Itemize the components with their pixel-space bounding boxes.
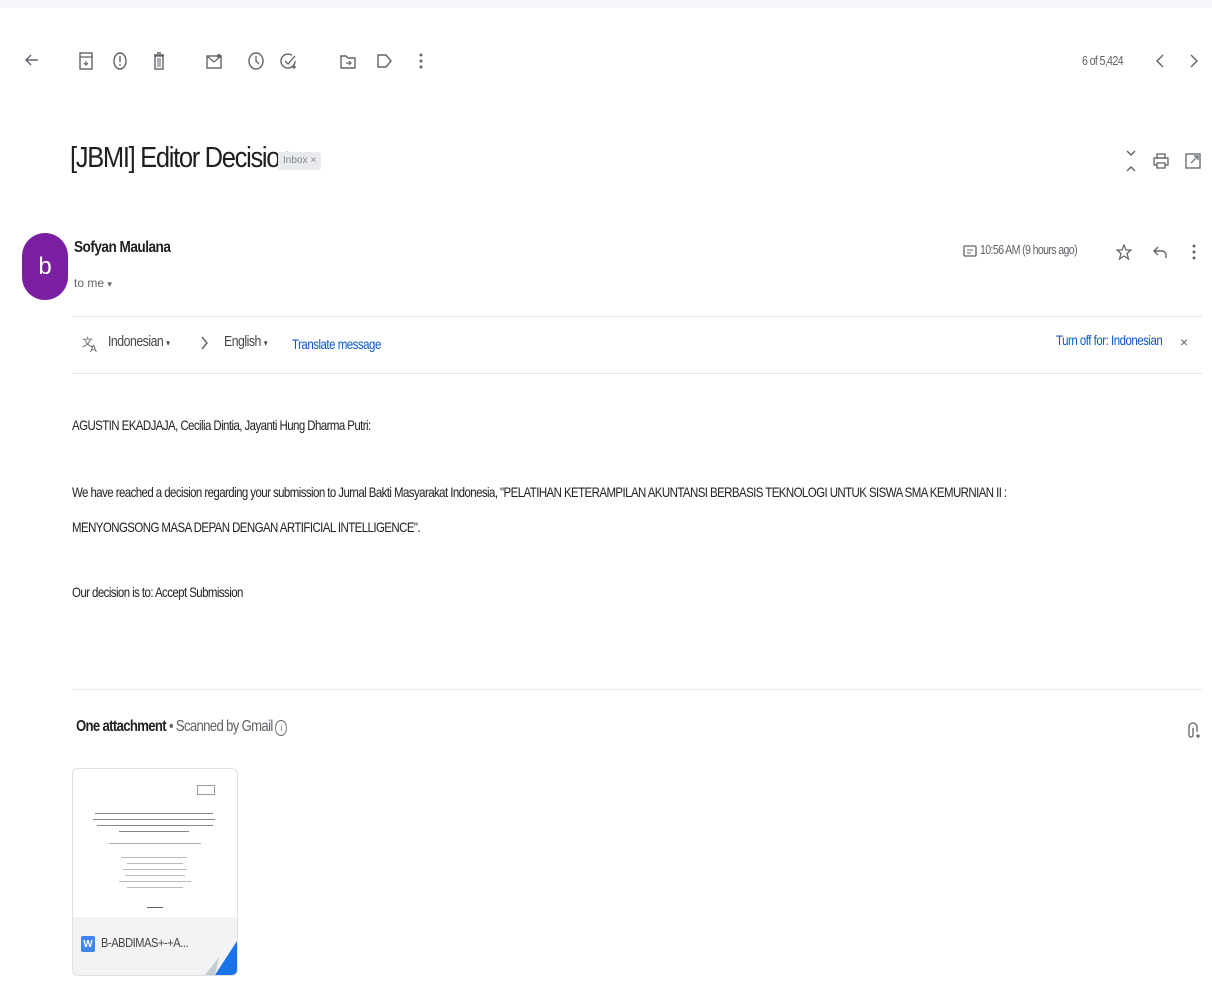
move-to-icon[interactable] <box>338 50 358 72</box>
chip-close-icon[interactable]: × <box>310 155 316 166</box>
turn-off-translation-link[interactable]: Turn off for: Indonesian <box>1056 332 1163 348</box>
svg-text:A: A <box>90 344 97 353</box>
attachments-count: One attachment <box>76 718 167 735</box>
attachment-preview <box>73 769 237 917</box>
chevron-down-icon: ▾ <box>263 338 268 348</box>
info-icon[interactable]: i <box>275 720 288 736</box>
divider <box>72 373 1202 374</box>
avatar[interactable]: b <box>22 233 68 300</box>
add-task-icon[interactable] <box>278 50 300 72</box>
doc-corner-fold-icon <box>205 941 237 975</box>
email-subject: [JBMI] Editor Decision <box>70 142 293 174</box>
target-language: English <box>224 333 261 350</box>
body-decision: Our decision is to: Accept Submission <box>72 584 243 600</box>
word-doc-icon: W <box>81 936 95 952</box>
divider <box>72 316 1202 317</box>
body-paragraph-line-2: MENYONGSONG MASA DEPAN DENGAN ARTIFICIAL… <box>72 519 421 535</box>
message-more-icon[interactable] <box>1188 242 1200 262</box>
attachment-footer: W B-ABDIMAS+-+A... <box>73 917 237 975</box>
divider <box>72 689 1202 690</box>
report-spam-icon[interactable] <box>110 50 130 72</box>
open-new-window-icon[interactable] <box>1182 150 1204 172</box>
label-icon[interactable] <box>374 50 394 72</box>
body-greeting: AGUSTIN EKADJAJA, Cecilia Dintia, Jayant… <box>72 417 371 433</box>
scanned-by-gmail: • Scanned by Gmail <box>165 718 273 735</box>
attachment-indicator-icon <box>962 243 978 259</box>
chevron-down-icon: ▾ <box>107 279 112 289</box>
translate-message-link[interactable]: Translate message <box>292 336 381 352</box>
archive-icon[interactable] <box>76 50 96 72</box>
back-arrow-icon[interactable] <box>22 48 42 72</box>
close-translate-icon[interactable]: × <box>1180 334 1188 350</box>
snooze-icon[interactable] <box>246 50 266 72</box>
pagination-count: 6 of 5,424 <box>1082 53 1124 68</box>
mark-unread-icon[interactable] <box>204 50 224 72</box>
source-language-dropdown[interactable]: Indonesian ▾ <box>108 333 170 350</box>
recipient-dropdown[interactable]: to me ▾ <box>74 276 112 290</box>
email-timestamp: 10:56 AM (9 hours ago) <box>980 242 1078 257</box>
top-strip <box>0 0 1212 8</box>
print-icon[interactable] <box>1150 150 1172 172</box>
source-language: Indonesian <box>108 333 164 350</box>
sender-name[interactable]: Sofyan Maulana <box>74 239 171 257</box>
star-icon[interactable] <box>1114 242 1134 262</box>
newer-chevron-icon[interactable] <box>1150 50 1170 72</box>
inbox-label-chip[interactable]: Inbox × <box>278 152 322 170</box>
translate-icon: 文A <box>80 333 102 355</box>
target-language-dropdown[interactable]: English ▾ <box>224 333 268 350</box>
attachment-filename: B-ABDIMAS+-+A... <box>101 935 189 950</box>
attachment-card[interactable]: W B-ABDIMAS+-+A... <box>72 768 238 976</box>
delete-icon[interactable] <box>150 50 168 72</box>
doc-logo <box>197 785 215 795</box>
reply-icon[interactable] <box>1150 242 1170 262</box>
expand-all-icon[interactable] <box>1120 148 1142 174</box>
older-chevron-icon[interactable] <box>1184 50 1204 72</box>
chip-label: Inbox <box>283 155 308 166</box>
chevron-right-icon <box>196 334 212 352</box>
body-paragraph-line-1: We have reached a decision regarding you… <box>72 484 1007 500</box>
attachments-header: One attachment • Scanned by Gmail i <box>76 718 288 736</box>
more-vert-icon[interactable] <box>414 50 428 72</box>
add-to-drive-icon[interactable] <box>1182 720 1204 742</box>
recipient-label: to me <box>74 276 105 290</box>
chevron-down-icon: ▾ <box>166 338 170 348</box>
